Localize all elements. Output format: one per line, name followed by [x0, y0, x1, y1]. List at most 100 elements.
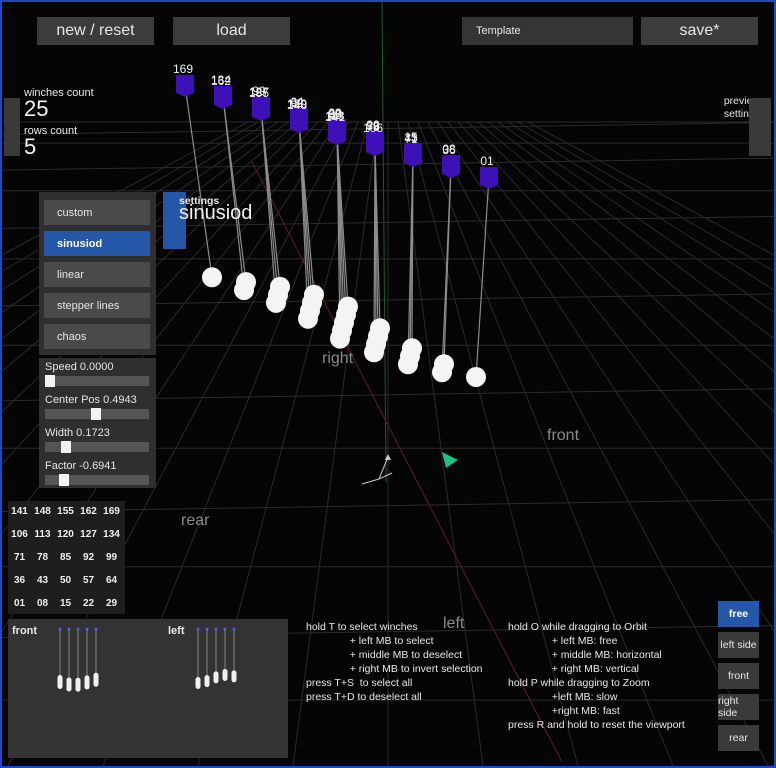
save-button[interactable]: save* — [641, 17, 758, 45]
winch-label: 36 — [442, 143, 456, 157]
winch-head[interactable] — [252, 99, 270, 121]
slider-track-0[interactable] — [45, 375, 149, 387]
winch-heads[interactable]: 1691341629912715564921201482957851131412… — [173, 62, 498, 189]
winch-head[interactable] — [442, 156, 460, 178]
grid-cell[interactable]: 92 — [77, 552, 100, 563]
winch-head[interactable] — [328, 123, 346, 145]
winch-head[interactable] — [290, 111, 308, 133]
winch-head[interactable] — [176, 75, 194, 97]
winch-label: 01 — [480, 154, 494, 168]
settings-current-mode: sinusiod — [179, 202, 253, 224]
slider-thumb-3[interactable] — [59, 474, 70, 486]
winch-head[interactable] — [480, 167, 498, 189]
grid-cell[interactable]: 120 — [54, 529, 77, 540]
grid-cell[interactable]: 85 — [54, 552, 77, 563]
slider-thumb-1[interactable] — [91, 408, 102, 420]
help-view-text: hold O while dragging to Orbit + left MB… — [508, 621, 685, 731]
grid-cell[interactable]: 155 — [54, 506, 77, 517]
grid-cell[interactable]: 141 — [8, 506, 31, 517]
grid-cell[interactable]: 134 — [100, 529, 123, 540]
camera-target-marker — [442, 452, 458, 468]
winches-count-value: 25 — [24, 96, 49, 121]
winch-ball[interactable] — [466, 367, 486, 387]
preview-settings-toggle[interactable] — [749, 98, 771, 156]
view-button-right-side[interactable]: right side — [718, 694, 759, 720]
winch-ball[interactable] — [402, 338, 422, 359]
axis-label-front: front — [547, 427, 580, 444]
winch-label: 155 — [249, 86, 269, 100]
winch-label: 71 — [404, 132, 418, 146]
minimap-ball — [66, 677, 72, 692]
view-button-front[interactable]: front — [718, 663, 759, 689]
winch-label: 106 — [363, 121, 383, 135]
rows-count-value: 5 — [24, 134, 37, 159]
grid-cell[interactable]: 71 — [8, 552, 31, 563]
slider-track-3[interactable] — [45, 474, 149, 486]
app-window: 169 134 162 99 127 155 64 92 120 148 29 57 85 113 141 2… — [0, 0, 776, 768]
axis-label-right: right — [322, 350, 354, 367]
minimap-ball — [84, 675, 90, 690]
mode-button-stepper-lines[interactable]: stepper lines — [44, 293, 150, 318]
grid-cell[interactable]: 22 — [77, 598, 100, 609]
winch-ball[interactable] — [338, 296, 358, 317]
winch-head[interactable] — [214, 87, 232, 109]
winch-label: 169 — [173, 62, 193, 76]
minimap-ball — [204, 675, 210, 688]
grid-cell[interactable]: 36 — [8, 575, 31, 586]
winch-string — [475, 176, 490, 378]
grid-cell[interactable]: 127 — [77, 529, 100, 540]
minimap-left-view — [195, 627, 237, 689]
grid-cell[interactable]: 169 — [100, 506, 123, 517]
winch-label: 162 — [211, 74, 231, 88]
minimap-ball — [57, 675, 63, 689]
new-reset-button[interactable]: new / reset — [37, 17, 154, 45]
mode-panel: custom sinusiod linear stepper lines chaos — [39, 192, 156, 355]
vertical-axis-line — [381, 2, 387, 483]
grid-cell[interactable]: 43 — [31, 575, 54, 586]
mode-button-chaos[interactable]: chaos — [44, 324, 150, 349]
slider-label-2: Width 0.1723 — [45, 427, 110, 439]
grid-cell[interactable]: 50 — [54, 575, 77, 586]
stats-side-tab[interactable] — [4, 98, 20, 156]
minimap-ball — [195, 677, 201, 689]
winch-ball[interactable] — [304, 284, 324, 305]
grid-cell[interactable]: 162 — [77, 506, 100, 517]
slider-thumb-0[interactable] — [45, 375, 55, 387]
winch-label: 141 — [325, 110, 345, 124]
grid-cell[interactable]: 78 — [31, 552, 54, 563]
grid-cell[interactable]: 01 — [8, 598, 31, 609]
winch-ball[interactable] — [370, 318, 390, 339]
winch-label: 148 — [287, 98, 307, 112]
slider-thumb-2[interactable] — [61, 441, 72, 453]
slider-label-1: Center Pos 0.4943 — [45, 394, 137, 406]
winch-ball[interactable] — [202, 267, 222, 288]
winch-ball[interactable] — [236, 272, 256, 293]
winch-head[interactable] — [366, 134, 384, 156]
winch-head[interactable] — [404, 145, 422, 167]
view-button-left-side[interactable]: left side — [718, 632, 759, 658]
minimap-panel: front left — [8, 619, 288, 758]
grid-cell[interactable]: 148 — [31, 506, 54, 517]
mode-button-sinusiod[interactable]: sinusiod — [44, 231, 150, 256]
grid-cell[interactable]: 64 — [100, 575, 123, 586]
grid-cell[interactable]: 57 — [77, 575, 100, 586]
grid-cell[interactable]: 15 — [54, 598, 77, 609]
grid-cell[interactable]: 08 — [31, 598, 54, 609]
winch-ball[interactable] — [434, 354, 454, 375]
view-button-rear[interactable]: rear — [718, 725, 759, 751]
mode-button-custom[interactable]: custom — [44, 200, 150, 225]
view-button-free[interactable]: free — [718, 601, 759, 627]
grid-cell[interactable]: 99 — [100, 552, 123, 563]
grid-cell[interactable]: 29 — [100, 598, 123, 609]
load-button[interactable]: load — [173, 17, 290, 45]
template-name-input[interactable]: Template — [462, 17, 633, 45]
grid-cell[interactable]: 113 — [31, 529, 54, 540]
grid-cell[interactable]: 106 — [8, 529, 31, 540]
slider-track-2[interactable] — [45, 441, 149, 453]
slider-track-1[interactable] — [45, 408, 149, 420]
winch-ball[interactable] — [270, 276, 290, 297]
mode-button-linear[interactable]: linear — [44, 262, 150, 287]
minimap-ball — [222, 669, 228, 682]
slider-label-0: Speed 0.0000 — [45, 361, 114, 373]
sliders-panel: Speed 0.0000 Center Pos 0.4943 Width 0.172… — [39, 358, 156, 488]
